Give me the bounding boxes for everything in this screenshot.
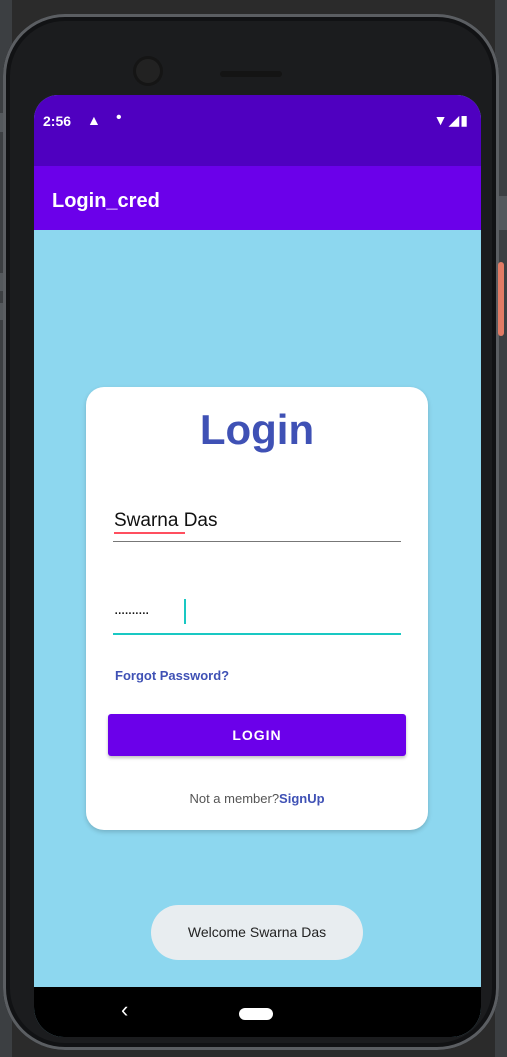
camera-icon	[136, 59, 160, 83]
phone-side-button[interactable]	[498, 262, 504, 336]
signup-link[interactable]: SignUp	[279, 791, 325, 806]
status-bar: 2:56 ▲ • ▼◢▮	[34, 95, 481, 166]
status-time: 2:56	[43, 113, 72, 129]
login-button[interactable]: LOGIN	[108, 714, 406, 756]
home-pill-icon[interactable]	[239, 1008, 273, 1020]
phone-screen: 2:56 ▲ • ▼◢▮ Login_cred Login ..........…	[34, 95, 481, 1037]
spellcheck-underline	[114, 532, 185, 534]
password-active-underline	[113, 633, 401, 635]
username-underline	[113, 541, 401, 542]
wifi-signal-battery-icons: ▼◢▮	[433, 112, 469, 128]
password-field-container[interactable]: ..........	[113, 592, 401, 635]
username-field-container	[113, 500, 401, 542]
welcome-toast: Welcome Swarna Das	[151, 905, 363, 960]
forgot-password-link[interactable]: Forgot Password?	[115, 668, 229, 683]
username-input[interactable]	[113, 500, 401, 540]
login-heading: Login	[199, 406, 315, 453]
app-title: Login_cred	[52, 190, 160, 212]
text-cursor	[184, 599, 186, 624]
warning-triangle-icon: ▲	[87, 112, 101, 128]
navigation-bar: ‹	[34, 987, 481, 1037]
speaker-grille	[220, 71, 282, 77]
phone-frame: 2:56 ▲ • ▼◢▮ Login_cred Login ..........…	[3, 14, 499, 1050]
signup-row: Not a member?SignUp	[86, 791, 428, 806]
password-mask: ..........	[114, 601, 149, 618]
notification-dot-icon: •	[116, 109, 122, 126]
app-bar: Login_cred	[34, 166, 481, 230]
login-card: Login .......... Forgot Password? LOGIN …	[86, 387, 428, 830]
signup-prefix: Not a member?	[189, 791, 280, 806]
emulator-side-mark	[499, 196, 507, 230]
back-arrow-icon[interactable]: ‹	[121, 997, 128, 1023]
